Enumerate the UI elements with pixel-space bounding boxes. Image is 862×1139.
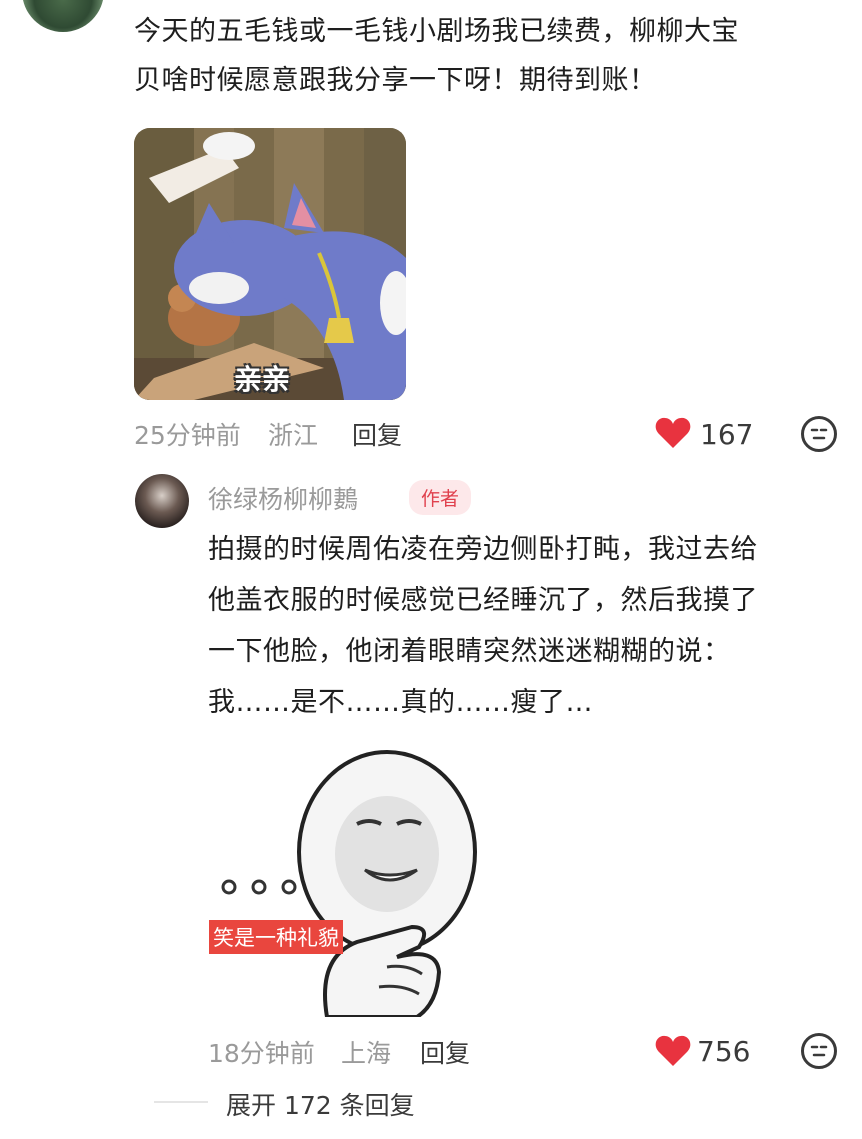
sticker-kiss-image[interactable]: 亲亲 <box>134 128 406 400</box>
reply-text-line-4: 我……是不……真的……瘦了… <box>208 687 593 718</box>
emoji-reaction-button[interactable] <box>801 1033 837 1069</box>
sticker-caption: 亲亲 <box>234 363 291 396</box>
heart-icon <box>655 1035 691 1066</box>
author-avatar[interactable] <box>135 474 189 528</box>
sticker-smile-image[interactable]: 笑是一种礼貌 <box>207 742 482 1017</box>
neutral-face-icon <box>810 428 828 440</box>
like-button[interactable] <box>655 416 691 450</box>
like-count: 756 <box>697 1035 751 1068</box>
expand-divider <box>154 1101 208 1103</box>
sticker-caption: 笑是一种礼貌 <box>209 920 343 954</box>
reply-time: 18分钟前 <box>208 1039 315 1068</box>
comment-text-line-1: 今天的五毛钱或一毛钱小剧场我已续费，柳柳大宝 <box>134 16 739 47</box>
comment-location: 浙江 <box>268 421 319 450</box>
author-badge: 作者 <box>409 480 472 515</box>
emoji-reaction-button[interactable] <box>801 416 837 452</box>
expand-replies-button[interactable]: 展开 172 条回复 <box>226 1086 415 1122</box>
reply-button[interactable]: 回复 <box>420 1034 470 1070</box>
reply-text-line-1: 拍摄的时候周佑凌在旁边侧卧打盹，我过去给 <box>208 534 758 565</box>
neutral-face-icon <box>810 1045 828 1057</box>
commenter-avatar[interactable] <box>22 0 104 32</box>
reply-text-line-3: 一下他脸，他闭着眼睛突然迷迷糊糊的说： <box>208 636 731 667</box>
reply-button[interactable]: 回复 <box>352 416 402 452</box>
comment-time: 25分钟前 <box>134 421 241 450</box>
smiling-face-meme-illustration <box>207 742 482 1017</box>
like-button[interactable] <box>655 1034 691 1068</box>
heart-icon <box>655 417 691 448</box>
like-count: 167 <box>700 418 754 451</box>
author-name[interactable]: 徐绿杨柳柳鶈 <box>208 480 358 516</box>
reply-text-line-2: 他盖衣服的时候感觉已经睡沉了，然后我摸了 <box>208 585 758 616</box>
reply-location: 上海 <box>341 1039 392 1068</box>
comment-text-line-2: 贝啥时候愿意跟我分享一下呀！期待到账！ <box>134 65 657 96</box>
